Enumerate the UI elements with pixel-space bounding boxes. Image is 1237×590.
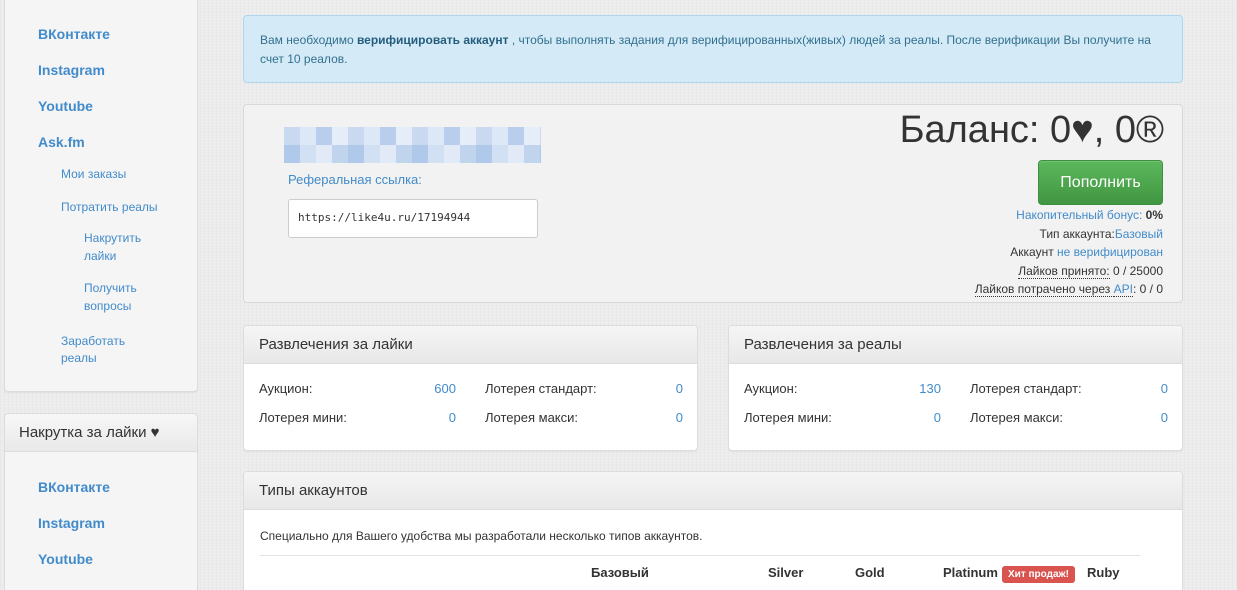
topup-button[interactable]: Пополнить (1038, 160, 1163, 205)
likes-received-label: Лайков принято: (1018, 264, 1110, 279)
likes-received-row: Лайков принято: 0 / 25000 (1018, 264, 1163, 279)
referral-url-field[interactable]: https://like4u.ru/17194944 (288, 199, 538, 238)
reals-lottery-std-label: Лотерея стандарт: (970, 381, 1082, 396)
alert-text-before: Вам необходимо (260, 33, 357, 47)
account-type-label: Тип аккаунта: (1039, 227, 1115, 241)
likes-lottery-mini-value[interactable]: 0 (416, 410, 456, 425)
account-status-link[interactable]: не верифицирован (1057, 245, 1163, 259)
sidebar-likes-item-youtube[interactable]: Youtube (38, 551, 93, 567)
reals-auction-value[interactable]: 130 (901, 381, 941, 396)
bonus-row: Накопительный бонус: 0% (1016, 208, 1163, 222)
likes-spent-value: : 0 / 0 (1132, 282, 1163, 296)
balance-panel: Реферальная ссылка: https://like4u.ru/17… (243, 104, 1183, 303)
sidebar-item-spend-reals[interactable]: Потратить реалы (61, 199, 158, 216)
hit-badge: Хит продаж! (1002, 566, 1075, 583)
account-type-row: Тип аккаунта:Базовый (1040, 227, 1163, 241)
likes-lottery-maxi-value[interactable]: 0 (643, 410, 683, 425)
likes-lottery-mini-label: Лотерея мини: (259, 410, 347, 425)
fun-likes-panel: Развлечения за лайки Аукцион: 600 Лотере… (243, 325, 698, 451)
account-types-description: Специально для Вашего удобства мы разраб… (260, 529, 703, 543)
account-types-divider (260, 555, 1140, 556)
account-types-heading: Типы аккаунтов (244, 472, 1182, 510)
sidebar-item-get-questions[interactable]: Получить вопросы (84, 279, 164, 315)
balance-title: Баланс: 0♥, 0® (899, 109, 1164, 151)
api-link[interactable]: API (1113, 282, 1133, 297)
sidebar-item-youtube[interactable]: Youtube (38, 98, 93, 114)
account-status-row: Аккаунт не верифицирован (1010, 245, 1163, 259)
likes-spent-row: Лайков потрачено через API: 0 / 0 (974, 282, 1163, 297)
verify-account-link[interactable]: верифицировать аккаунт (357, 33, 509, 47)
fun-reals-heading: Развлечения за реалы (729, 326, 1182, 364)
sidebar-item-askfm[interactable]: Ask.fm (38, 134, 85, 150)
type-col-silver: Silver (768, 565, 804, 580)
reals-auction-label: Аукцион: (744, 381, 798, 396)
reals-lottery-std-value[interactable]: 0 (1128, 381, 1168, 396)
sidebar-item-my-orders[interactable]: Мои заказы (61, 166, 126, 183)
likes-received-value: 0 / 25000 (1112, 264, 1163, 278)
likes-lottery-maxi-label: Лотерея макси: (485, 410, 578, 425)
reals-lottery-mini-value[interactable]: 0 (901, 410, 941, 425)
sidebar-likes-item-vkontakte[interactable]: ВКонтакте (38, 479, 110, 495)
likes-lottery-std-label: Лотерея стандарт: (485, 381, 597, 396)
sidebar-item-instagram[interactable]: Instagram (38, 62, 105, 78)
reals-lottery-mini-label: Лотерея мини: (744, 410, 832, 425)
bonus-label[interactable]: Накопительный бонус: (1016, 208, 1142, 222)
sidebar-likes-panel: Накрутка за лайки ♥ ВКонтакте Instagram … (4, 413, 198, 590)
reals-lottery-maxi-value[interactable]: 0 (1128, 410, 1168, 425)
sidebar-likes-heading: Накрутка за лайки ♥ (5, 414, 197, 452)
likes-spent-label: Лайков потрачено через (974, 282, 1114, 297)
likes-auction-label: Аукцион: (259, 381, 313, 396)
account-type-value[interactable]: Базовый (1115, 227, 1163, 241)
likes-lottery-std-value[interactable]: 0 (643, 381, 683, 396)
sidebar-item-vkontakte[interactable]: ВКонтакте (38, 26, 110, 42)
type-col-ruby: Ruby (1087, 565, 1120, 580)
verification-alert: Вам необходимо верифицировать аккаунт , … (243, 15, 1183, 83)
fun-reals-panel: Развлечения за реалы Аукцион: 130 Лотере… (728, 325, 1183, 451)
fun-likes-heading: Развлечения за лайки (244, 326, 697, 364)
account-types-panel: Типы аккаунтов Специально для Вашего удо… (243, 471, 1183, 590)
likes-auction-value[interactable]: 600 (416, 381, 456, 396)
bonus-value: 0% (1145, 208, 1163, 222)
sidebar-menu: ВКонтакте Instagram Youtube Ask.fm Мои з… (4, 0, 198, 392)
sidebar-likes-item-instagram[interactable]: Instagram (38, 515, 105, 531)
sidebar-item-earn-reals[interactable]: Заработать реалы (61, 333, 141, 367)
type-col-platinum: Platinum (943, 565, 998, 580)
account-label: Аккаунт (1010, 245, 1058, 259)
type-col-gold: Gold (855, 565, 885, 580)
sidebar-item-buy-likes[interactable]: Накрутить лайки (84, 229, 164, 265)
referral-label: Реферальная ссылка: (288, 172, 422, 187)
blurred-username (284, 127, 541, 163)
type-col-basic: Базовый (591, 565, 649, 580)
reals-lottery-maxi-label: Лотерея макси: (970, 410, 1063, 425)
